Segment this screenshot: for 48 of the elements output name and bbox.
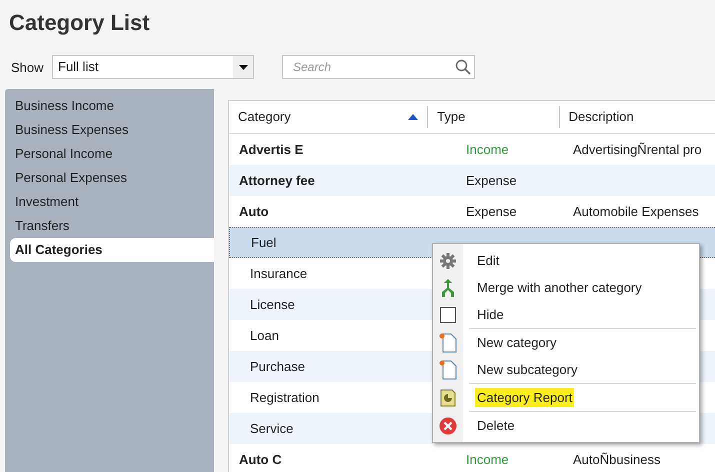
report-icon [440,388,456,406]
page-title: Category List [9,9,150,37]
menu-item[interactable]: New category [475,332,558,352]
sidebar-item[interactable]: Transfers [10,214,214,238]
table-cell-text: Fuel [250,234,278,252]
sidebar-item[interactable]: Personal Expenses [10,166,214,190]
search-icon [455,59,471,75]
sidebar-item[interactable]: Business Expenses [10,118,214,142]
column-header[interactable]: Type [428,106,560,128]
table-cell-text: Loan [249,326,280,345]
checkbox-icon [440,306,456,322]
show-dropdown[interactable]: Full list [52,55,254,79]
table-cell-text: Insurance [249,264,308,283]
menu-item[interactable]: New subcategory [475,360,580,380]
table-row[interactable]: Attorney fee Expense [229,165,715,196]
table-cell-text: Auto C [238,450,283,469]
table-cell-text: Attorney fee [238,172,316,190]
table-cell-text: Expense [465,202,518,221]
sidebar-item[interactable]: Business Income [10,94,214,118]
column-header[interactable]: Description [560,101,715,133]
menu-item[interactable]: Merge with another category [475,278,644,298]
menu-item[interactable]: Delete [475,416,517,436]
sidebar-item[interactable]: Personal Income [10,142,214,166]
delete-icon [439,416,457,434]
table-cell-text: Income [465,140,510,159]
sidebar-item[interactable]: Investment [10,190,214,214]
table-cell-text: Expense [465,172,518,190]
table-cell-text: AdvertisingÑrental pro [572,140,702,159]
table-cell-text: Service [249,420,294,438]
table-cell-text: Income [465,450,510,469]
table-cell-text: Advertis E [238,140,304,159]
table-cell-text: AutoÑbusiness [572,450,660,469]
table-cell-text: Registration [249,388,320,407]
sidebar-item[interactable]: All Categories [10,238,214,262]
menu-item[interactable]: Hide [475,304,506,324]
gear-icon [440,252,456,268]
menu-item[interactable]: Category Report [475,388,574,408]
caret-icon [238,64,248,70]
show-label: Show [11,59,44,77]
table-cell-text: Automobile Expenses [572,202,699,221]
search-field[interactable]: Search [282,55,475,79]
new-document-icon [439,360,457,380]
table-cell-text: Auto [238,202,270,221]
table-cell-text: License [249,296,296,314]
table-cell-text: Purchase [249,358,306,376]
new-document-icon [439,332,457,352]
merge-arrows-icon [440,278,456,296]
column-header[interactable]: Category [229,106,428,128]
